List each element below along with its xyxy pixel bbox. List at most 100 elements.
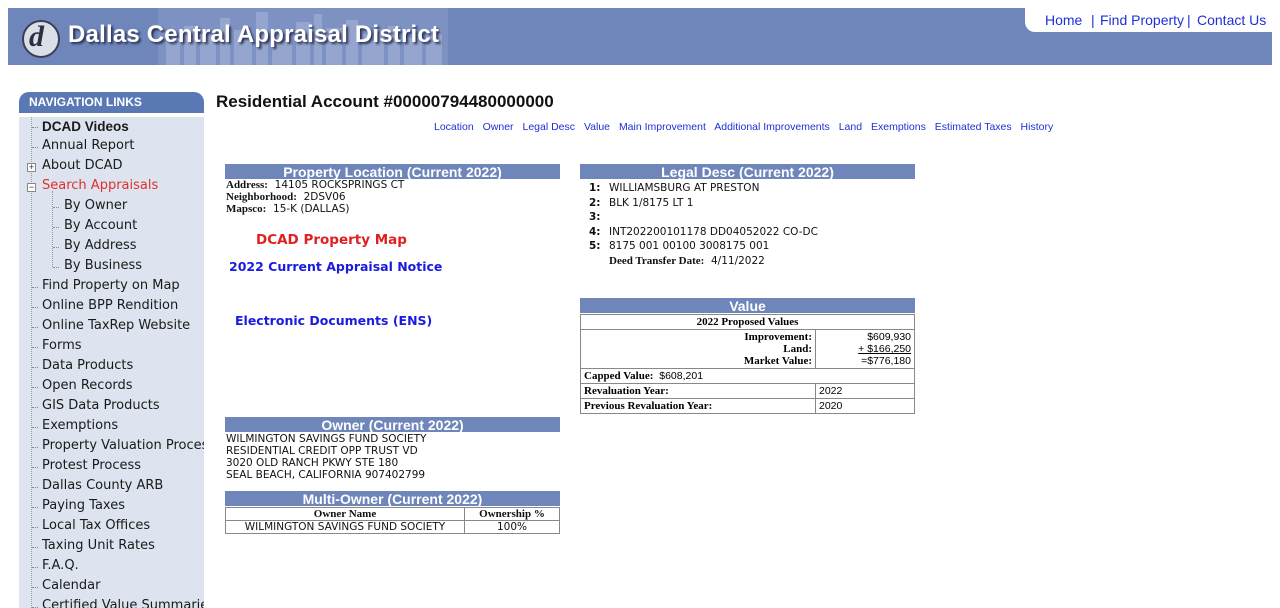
collapse-minus-icon[interactable]: −	[27, 183, 36, 192]
navigation-links-header: NAVIGATION LINKS	[19, 92, 204, 113]
revaluation-year-value: 2022	[815, 383, 915, 399]
sidebar-item-online-taxrep-website[interactable]: Online TaxRep Website	[42, 318, 190, 333]
sidebar-item-protest-process[interactable]: Protest Process	[42, 458, 141, 473]
sidebar-item-annual-report[interactable]: Annual Report	[42, 138, 134, 153]
legal-desc-header: Legal Desc (Current 2022)	[580, 164, 915, 180]
ownership-pct-column-header: Ownership %	[464, 507, 560, 521]
legal-line-number: 3:	[589, 211, 601, 224]
main-improvement-link[interactable]: Main Improvement	[619, 121, 706, 133]
mapsco-label: Mapsco:	[226, 203, 267, 215]
legal-line-text: 8175 001 00100 3008175 001	[609, 240, 770, 253]
capped-value-cell: Capped Value: $608,201	[580, 368, 915, 384]
sidebar-item-search-appraisals[interactable]: Search Appraisals	[42, 178, 158, 193]
legal-line-text: INT202200101178 DD04052022 CO-DC	[609, 225, 818, 238]
expand-plus-icon[interactable]: +	[27, 163, 36, 172]
previous-revaluation-year-value: 2020	[815, 398, 915, 414]
owner-header: Owner (Current 2022)	[225, 417, 560, 433]
land-label: Land:	[783, 343, 812, 355]
sidebar-item-exemptions[interactable]: Exemptions	[42, 418, 118, 433]
sidebar-item-about-dcad[interactable]: About DCAD	[42, 158, 123, 173]
sidebar-item-by-account[interactable]: By Account	[64, 218, 137, 233]
owner-line: WILMINGTON SAVINGS FUND SOCIETY	[226, 433, 427, 445]
page-title: Residential Account #00000794480000000	[216, 92, 554, 111]
sidebar-item-calendar[interactable]: Calendar	[42, 578, 100, 593]
dcad-logo-icon[interactable]: d	[22, 20, 60, 58]
capped-value: $608,201	[659, 370, 704, 382]
sidebar-item-local-tax-offices[interactable]: Local Tax Offices	[42, 518, 150, 533]
neighborhood-label: Neighborhood:	[226, 191, 297, 203]
dcad-property-map-link[interactable]: DCAD Property Map	[256, 232, 407, 248]
sidebar-item-by-owner[interactable]: By Owner	[64, 198, 127, 213]
value-link[interactable]: Value	[584, 121, 610, 133]
owner-line: RESIDENTIAL CREDIT OPP TRUST VD	[226, 445, 418, 457]
multi-owner-header: Multi-Owner (Current 2022)	[225, 491, 560, 507]
land-link[interactable]: Land	[839, 121, 862, 133]
value-amounts-cell: $609,930 + $166,250 =$776,180	[815, 329, 915, 369]
history-link[interactable]: History	[1021, 121, 1054, 133]
proposed-values-header: 2022 Proposed Values	[580, 314, 915, 330]
sidebar-item-gis-data-products[interactable]: GIS Data Products	[42, 398, 160, 413]
ownership-pct-cell: 100%	[464, 520, 560, 534]
capped-value-label: Capped Value:	[584, 370, 654, 382]
sidebar-item-find-property-on-map[interactable]: Find Property on Map	[42, 278, 180, 293]
legal-line-number: 2:	[589, 196, 601, 209]
legal-desc-details: 1: WILLIAMSBURG AT PRESTON 2: BLK 1/8175 L…	[589, 181, 818, 269]
section-links: Location Owner Legal Desc Value Main Imp…	[434, 121, 1059, 133]
top-nav-links: Home | Find Property | Contact Us	[1025, 8, 1272, 32]
appraisal-notice-link[interactable]: 2022 Current Appraisal Notice	[229, 259, 442, 274]
address-value: 14105 ROCKSPRINGS CT	[274, 179, 405, 191]
sidebar-item-dallas-county-arb[interactable]: Dallas County ARB	[42, 478, 163, 493]
market-value-label: Market Value:	[743, 355, 812, 367]
legal-line-text: WILLIAMSBURG AT PRESTON	[609, 182, 760, 194]
value-table: 2022 Proposed Values Improvement: Land: …	[580, 314, 915, 414]
sidebar-item-open-records[interactable]: Open Records	[42, 378, 133, 393]
deed-transfer-date: 4/11/2022	[711, 254, 765, 267]
link-separator: |	[1187, 12, 1191, 28]
table-row: WILMINGTON SAVINGS FUND SOCIETY 100%	[225, 520, 560, 534]
owner-line: 3020 OLD RANCH PKWY STE 180	[226, 457, 399, 469]
electronic-documents-link[interactable]: Electronic Documents (ENS)	[235, 313, 432, 328]
site-title[interactable]: Dallas Central Appraisal District	[68, 21, 439, 49]
home-link[interactable]: Home	[1045, 12, 1082, 28]
sidebar-item-faq[interactable]: F.A.Q.	[42, 558, 79, 573]
owner-details: WILMINGTON SAVINGS FUND SOCIETY RESIDENT…	[226, 433, 426, 481]
value-labels-cell: Improvement: Land: Market Value:	[580, 329, 816, 369]
owner-link[interactable]: Owner	[483, 121, 514, 133]
improvement-label: Improvement:	[744, 331, 812, 343]
sidebar-item-certified-value-summaries[interactable]: Certified Value Summaries	[42, 598, 204, 608]
contact-us-link[interactable]: Contact Us	[1197, 12, 1266, 28]
sidebar-item-by-address[interactable]: By Address	[64, 238, 137, 253]
value-header: Value	[580, 298, 915, 314]
property-location-details: Address: 14105 ROCKSPRINGS CT Neighborho…	[226, 179, 404, 215]
legal-desc-link[interactable]: Legal Desc	[522, 121, 575, 133]
sidebar-item-online-bpp-rendition[interactable]: Online BPP Rendition	[42, 298, 178, 313]
owner-name-cell: WILMINGTON SAVINGS FUND SOCIETY	[225, 520, 465, 534]
revaluation-year-label: Revaluation Year:	[580, 383, 816, 399]
improvement-value: $609,930	[867, 331, 911, 343]
sidebar-item-dcad-videos[interactable]: DCAD Videos	[42, 119, 129, 134]
find-property-link[interactable]: Find Property	[1100, 12, 1184, 28]
location-link[interactable]: Location	[434, 121, 474, 133]
sidebar-item-taxing-unit-rates[interactable]: Taxing Unit Rates	[42, 538, 155, 553]
multi-owner-table: Owner Name Ownership % WILMINGTON SAVING…	[225, 507, 560, 534]
property-location-header: Property Location (Current 2022)	[225, 164, 560, 180]
deed-transfer-label: Deed Transfer Date:	[609, 254, 705, 267]
market-value: =$776,180	[861, 355, 911, 367]
sidebar-item-forms[interactable]: Forms	[42, 338, 82, 353]
link-separator: |	[1091, 12, 1095, 28]
address-label: Address:	[226, 179, 268, 191]
additional-improvements-link[interactable]: Additional Improvements	[714, 121, 830, 133]
legal-line-number: 4:	[589, 225, 601, 238]
owner-line: SEAL BEACH, CALIFORNIA 907402799	[226, 469, 426, 481]
sidebar-item-by-business[interactable]: By Business	[64, 258, 142, 273]
estimated-taxes-link[interactable]: Estimated Taxes	[935, 121, 1012, 133]
sidebar-item-property-valuation-process[interactable]: Property Valuation Process	[42, 438, 204, 453]
exemptions-link[interactable]: Exemptions	[871, 121, 926, 133]
sidebar-item-data-products[interactable]: Data Products	[42, 358, 133, 373]
sidebar-nav: DCAD Videos Annual Report + About DCAD −…	[19, 117, 204, 608]
mapsco-value: 15-K (DALLAS)	[273, 203, 350, 215]
sidebar-item-paying-taxes[interactable]: Paying Taxes	[42, 498, 125, 513]
legal-line-number: 5:	[589, 240, 601, 253]
legal-line-number: 1:	[589, 182, 601, 194]
legal-line-text: BLK 1/8175 LT 1	[609, 196, 694, 209]
